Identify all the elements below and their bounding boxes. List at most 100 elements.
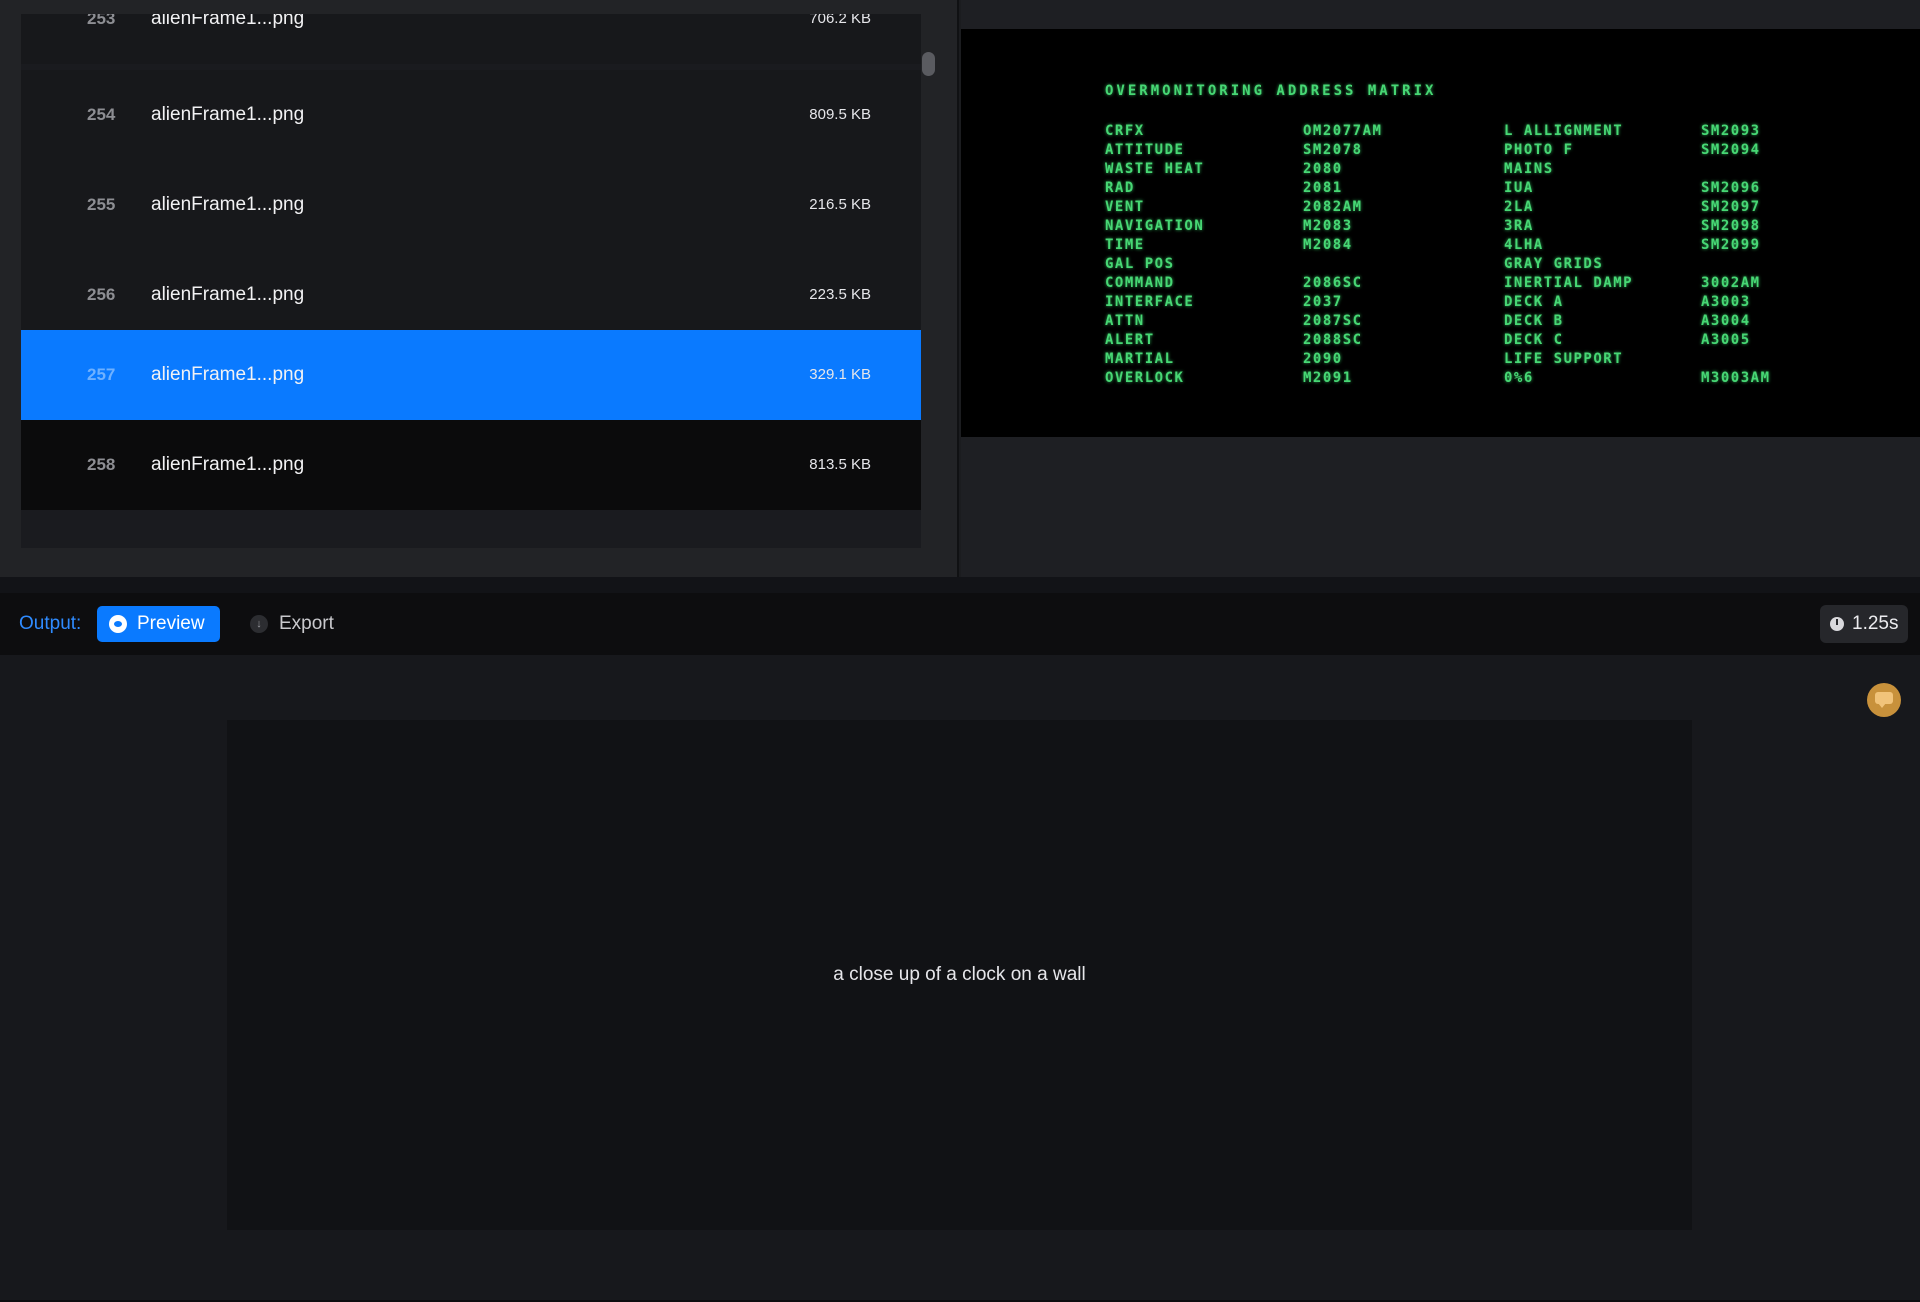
top-region: 253 alienFrame1...png 706.2 KB 254 alien… xyxy=(0,0,1920,577)
chat-bubble-icon[interactable] xyxy=(1867,683,1901,717)
file-panel: 253 alienFrame1...png 706.2 KB 254 alien… xyxy=(0,0,959,577)
matrix-cell: DECK B xyxy=(1504,313,1564,329)
matrix-row: CRFX OM2077AM L ALLIGNMENT SM2093 xyxy=(961,123,1920,142)
file-number: 258 xyxy=(87,455,116,474)
matrix-row: NAVIGATION M2083 3RA SM2098 xyxy=(961,218,1920,237)
matrix-cell: CRFX xyxy=(1105,123,1145,139)
file-name: alienFrame1...png xyxy=(151,364,305,385)
preview-button-label: Preview xyxy=(137,613,205,634)
matrix-cell: 4LHA xyxy=(1504,237,1544,253)
matrix-cell: COMMAND xyxy=(1105,275,1175,291)
matrix-cell: OM2077AM xyxy=(1303,123,1383,139)
matrix-cell: M3003AM xyxy=(1701,370,1771,386)
matrix-cell: SM2098 xyxy=(1701,218,1761,234)
matrix-cell: M2083 xyxy=(1303,218,1353,234)
list-item[interactable]: 253 alienFrame1...png 706.2 KB xyxy=(21,14,921,64)
matrix-cell: NAVIGATION xyxy=(1105,218,1205,234)
matrix-cell: 2082AM xyxy=(1303,199,1363,215)
export-button-label: Export xyxy=(279,613,334,634)
output-area: a close up of a clock on a wall xyxy=(0,655,1920,1302)
matrix-cell: 3RA xyxy=(1504,218,1534,234)
matrix-cell: DECK C xyxy=(1504,332,1564,348)
output-label: Output: xyxy=(19,613,82,634)
matrix-cell: SM2094 xyxy=(1701,142,1761,158)
preview-button[interactable]: Preview xyxy=(97,606,220,642)
matrix-cell: IUA xyxy=(1504,180,1534,196)
matrix-cell: 2LA xyxy=(1504,199,1534,215)
matrix-cell: A3003 xyxy=(1701,294,1751,310)
file-size: 223.5 KB xyxy=(809,286,871,303)
matrix-row: OVERLOCK M2091 0%6 M3003AM xyxy=(961,370,1920,389)
matrix-cell: VENT xyxy=(1105,199,1145,215)
matrix-cell: 2087SC xyxy=(1303,313,1363,329)
matrix-cell: MAINS xyxy=(1504,161,1554,177)
matrix-cell: A3004 xyxy=(1701,313,1751,329)
list-item[interactable]: 258 alienFrame1...png 813.5 KB xyxy=(21,420,921,510)
matrix-cell: 2081 xyxy=(1303,180,1343,196)
file-size: 813.5 KB xyxy=(809,456,871,473)
matrix-cell: INTERFACE xyxy=(1105,294,1195,310)
file-number: 255 xyxy=(87,195,116,214)
file-number: 253 xyxy=(87,14,116,28)
matrix-cell: SM2099 xyxy=(1701,237,1761,253)
file-number: 257 xyxy=(87,365,116,384)
matrix-cell: L ALLIGNMENT xyxy=(1504,123,1624,139)
matrix-cell: GAL POS xyxy=(1105,256,1175,272)
matrix-row: ATTN 2087SC DECK B A3004 xyxy=(961,313,1920,332)
matrix-cell: INERTIAL DAMP xyxy=(1504,275,1634,291)
matrix-row: ALERT 2088SC DECK C A3005 xyxy=(961,332,1920,351)
file-number: 256 xyxy=(87,285,116,304)
matrix-cell: DECK A xyxy=(1504,294,1564,310)
caption-box: a close up of a clock on a wall xyxy=(227,720,1692,1230)
matrix-row: INTERFACE 2037 DECK A A3003 xyxy=(961,294,1920,313)
file-name: alienFrame1...png xyxy=(151,14,305,29)
matrix-cell: 3002AM xyxy=(1701,275,1761,291)
timing-badge: 1.25s xyxy=(1820,605,1908,643)
scrollbar-thumb[interactable] xyxy=(922,52,935,76)
matrix-cell: M2091 xyxy=(1303,370,1353,386)
matrix-cell: GRAY GRIDS xyxy=(1504,256,1604,272)
matrix-cell: TIME xyxy=(1105,237,1145,253)
download-icon: ↓ xyxy=(250,615,268,633)
image-preview-panel: OVERMONITORING ADDRESS MATRIX CRFX OM207… xyxy=(961,0,1920,577)
matrix-cell: 2088SC xyxy=(1303,332,1363,348)
eye-icon xyxy=(109,615,127,633)
file-size: 809.5 KB xyxy=(809,106,871,123)
matrix-title: OVERMONITORING ADDRESS MATRIX xyxy=(1105,83,1437,99)
matrix-cell: SM2093 xyxy=(1701,123,1761,139)
matrix-cell: 2086SC xyxy=(1303,275,1363,291)
list-item[interactable]: 255 alienFrame1...png 216.5 KB xyxy=(21,160,921,250)
matrix-cell: M2084 xyxy=(1303,237,1353,253)
matrix-cell: 2037 xyxy=(1303,294,1343,310)
file-name: alienFrame1...png xyxy=(151,194,305,215)
matrix-cell: ATTITUDE xyxy=(1105,142,1185,158)
matrix-row: TIME M2084 4LHA SM2099 xyxy=(961,237,1920,256)
list-item-selected[interactable]: 257 alienFrame1...png 329.1 KB xyxy=(21,330,921,420)
file-size: 329.1 KB xyxy=(809,366,871,383)
matrix-cell: PHOTO F xyxy=(1504,142,1574,158)
file-list[interactable]: 253 alienFrame1...png 706.2 KB 254 alien… xyxy=(21,14,921,548)
file-name: alienFrame1...png xyxy=(151,284,305,305)
matrix-cell: WASTE HEAT xyxy=(1105,161,1205,177)
caption-text: a close up of a clock on a wall xyxy=(833,964,1086,985)
matrix-cell: MARTIAL xyxy=(1105,351,1175,367)
list-item[interactable]: 256 alienFrame1...png 223.5 KB xyxy=(21,250,921,340)
matrix-row: COMMAND 2086SC INERTIAL DAMP 3002AM xyxy=(961,275,1920,294)
file-number: 254 xyxy=(87,105,116,124)
matrix-cell: ALERT xyxy=(1105,332,1155,348)
matrix-row: RAD 2081 IUA SM2096 xyxy=(961,180,1920,199)
output-toolbar: Output: Preview ↓ Export 1.25s xyxy=(0,593,1920,655)
matrix-row: GAL POS GRAY GRIDS xyxy=(961,256,1920,275)
matrix-cell: ATTN xyxy=(1105,313,1145,329)
export-button[interactable]: ↓ Export xyxy=(248,606,348,642)
matrix-cell: SM2097 xyxy=(1701,199,1761,215)
timing-value: 1.25s xyxy=(1852,613,1899,634)
file-name: alienFrame1...png xyxy=(151,104,305,125)
matrix-row: VENT 2082AM 2LA SM2097 xyxy=(961,199,1920,218)
list-item[interactable]: 254 alienFrame1...png 809.5 KB xyxy=(21,70,921,160)
clock-icon xyxy=(1830,617,1844,631)
matrix-cell: SM2078 xyxy=(1303,142,1363,158)
matrix-cell: SM2096 xyxy=(1701,180,1761,196)
matrix-cell: 0%6 xyxy=(1504,370,1534,386)
matrix-row: ATTITUDE SM2078 PHOTO F SM2094 xyxy=(961,142,1920,161)
